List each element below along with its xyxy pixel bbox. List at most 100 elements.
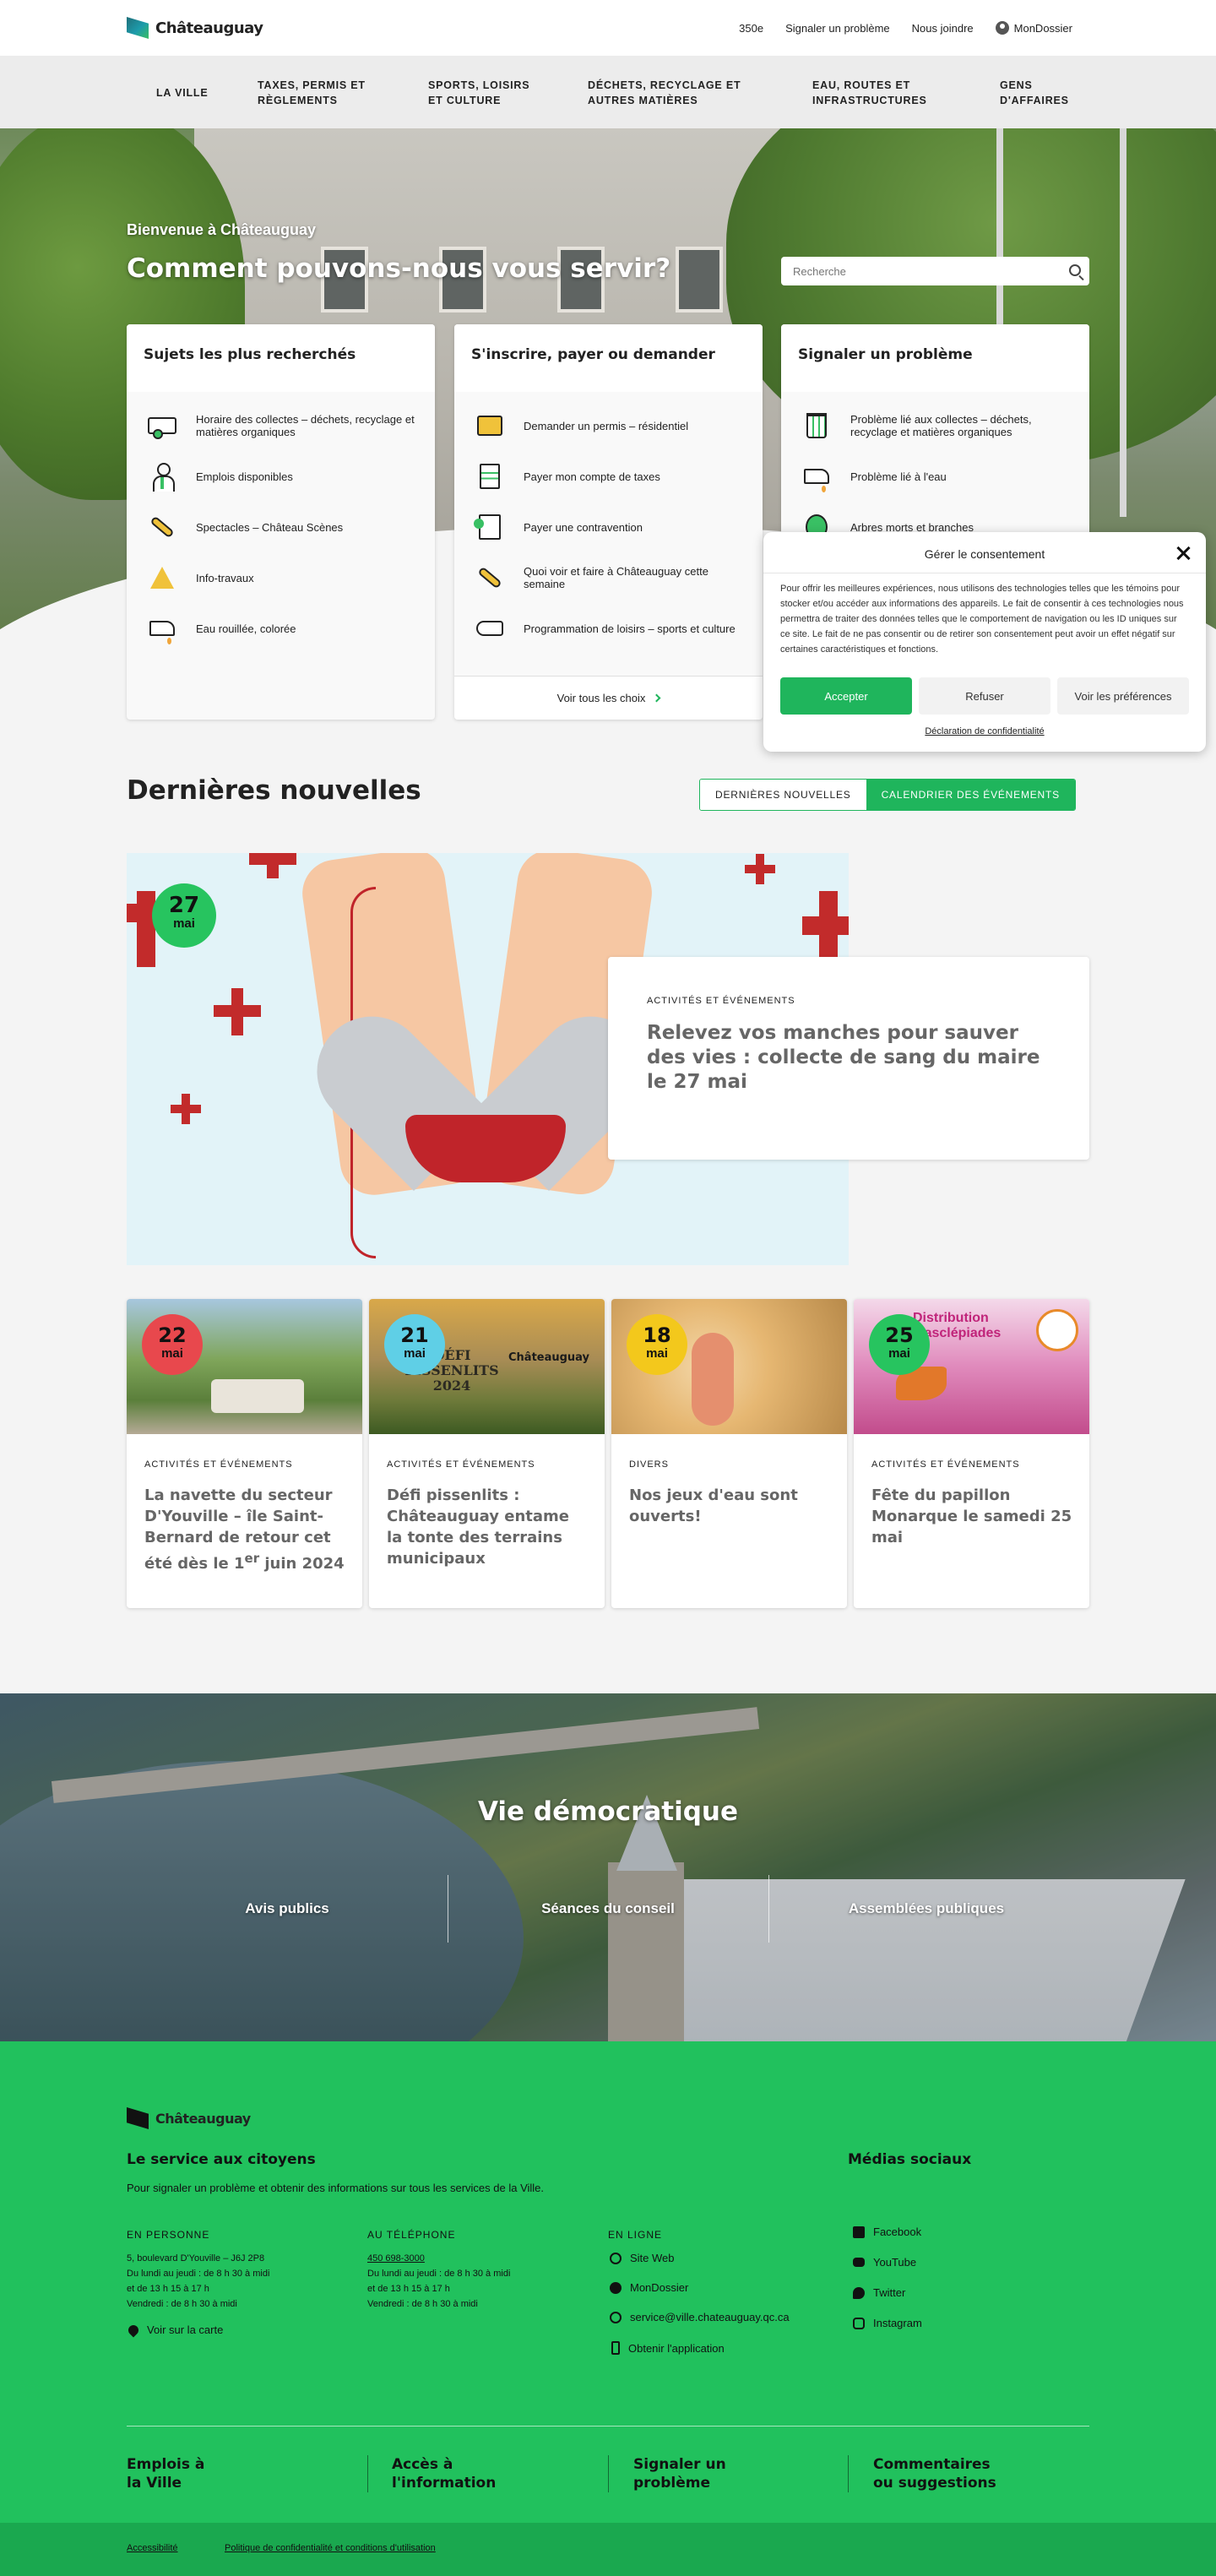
site-logo[interactable]: Châteauguay [127,17,263,39]
phone-number[interactable]: 450 698-3000 [367,2251,578,2266]
card-item[interactable]: Quoi voir et faire à Châteauguay cette s… [471,552,746,603]
footer-logo[interactable]: Châteauguay [127,2107,251,2129]
news-headline[interactable]: Nos jeux d'eau sont ouverts! [629,1485,832,1527]
news-card[interactable]: 22 mai ACTIVITÉS ET ÉVÉNEMENTS La navett… [127,1299,362,1608]
link-facebook[interactable]: Facebook [853,2225,921,2238]
link-accessibility[interactable]: Accessibilité [127,2543,178,2553]
tab-event-calendar[interactable]: CALENDRIER DES ÉVÉNEMENTS [866,780,1075,810]
window [676,247,723,312]
phone-label: AU TÉLÉPHONE [367,2229,456,2241]
refuse-button[interactable]: Refuser [919,677,1050,715]
link-mondossier-footer[interactable]: MonDossier [610,2281,688,2294]
link-twitter[interactable]: Twitter [853,2286,905,2299]
news-headline[interactable]: Défi pissenlits : Châteauguay entame la … [387,1485,589,1569]
link-privacy-policy[interactable]: Politique de confidentialité et conditio… [225,2543,436,2553]
nav-affaires[interactable]: GENS D'AFFAIRES [1000,78,1076,108]
faucet-icon [798,458,835,495]
date-day: 18 [643,1323,671,1347]
card-item-label: Info-travaux [196,571,254,584]
link-label: Obtenir l'application [628,2341,725,2355]
link-access-info[interactable]: Accès à l'information [392,2455,502,2492]
footer: Châteauguay Le service aux citoyens Pour… [0,2041,1216,2523]
news-category: ACTIVITÉS ET ÉVÉNEMENTS [144,1459,293,1470]
divider [367,2455,368,2492]
link-email[interactable]: service@ville.chateauguay.qc.ca [610,2311,790,2323]
link-app[interactable]: Obtenir l'application [611,2341,725,2355]
card-item[interactable]: Payer une contravention [471,502,746,552]
featured-news-card[interactable]: ACTIVITÉS ET ÉVÉNEMENTS Relevez vos manc… [608,957,1089,1160]
card-item[interactable]: Payer mon compte de taxes [471,451,746,502]
date-day: 21 [400,1323,429,1347]
nav-la-ville[interactable]: LA VILLE [156,85,209,101]
news-headline[interactable]: La navette du secteur D'Youville – île S… [144,1485,347,1574]
logo-text: Châteauguay [155,2110,251,2127]
map-link[interactable]: Voir sur la carte [126,2323,223,2337]
news-headline[interactable]: Relevez vos manches pour sauver des vies… [647,1021,1052,1095]
link-label: Site Web [630,2252,675,2264]
link-youtube[interactable]: YouTube [853,2256,916,2269]
chevron-right-icon [652,693,661,703]
card-item[interactable]: Problème lié à l'eau [798,451,1072,502]
link-mondossier[interactable]: MonDossier [995,21,1072,35]
close-icon[interactable] [1175,546,1191,561]
news-card[interactable]: DÉFI PISSENLITS 2024 Châteauguay 21 mai … [369,1299,605,1608]
link-feedback[interactable]: Commentaires ou suggestions [873,2455,1000,2492]
news-toggle: DERNIÈRES NOUVELLES CALENDRIER DES ÉVÉNE… [699,779,1076,811]
cross-shape [819,891,838,959]
permit-card-icon [471,407,508,444]
democratic-title: Vie démocratique [477,1796,739,1827]
card-item-label: Problème lié à l'eau [850,470,947,483]
card-item-label: Payer mon compte de taxes [524,470,660,483]
news-category: ACTIVITÉS ET ÉVÉNEMENTS [647,996,795,1006]
card-item[interactable]: Demander un permis – résidentiel [471,400,746,451]
card-item[interactable]: Info-travaux [144,552,418,603]
link-jobs[interactable]: Emplois à la Ville [127,2455,220,2492]
news-card[interactable]: Distribution d'asclépiades 25 mai ACTIVI… [854,1299,1089,1608]
top-bar: Châteauguay 350e Signaler un problème No… [0,0,1216,56]
search-icon[interactable] [1069,264,1081,276]
link-350e[interactable]: 350e [739,21,763,35]
date-month: mai [173,916,195,931]
link-report[interactable]: Signaler un problème [633,2455,735,2492]
link-public-notices[interactable]: Avis publics [165,1900,410,1917]
card-item[interactable]: Emplois disponibles [144,451,418,502]
bus-shape [211,1379,304,1413]
privacy-statement-link[interactable]: Déclaration de confidentialité [763,726,1206,736]
mondossier-label: MonDossier [1013,21,1072,35]
seal-icon [1036,1309,1078,1351]
date-badge: 25 mai [869,1314,930,1375]
card-item[interactable]: Eau rouillée, colorée [144,603,418,654]
card-item[interactable]: Programmation de loisirs – sports et cul… [471,603,746,654]
link-report-problem[interactable]: Signaler un problème [785,21,890,35]
card-item-label: Emplois disponibles [196,470,293,483]
nav-dechets[interactable]: DÉCHETS, RECYCLAGE ET AUTRES MATIÈRES [588,78,757,108]
link-contact[interactable]: Nous joindre [912,21,974,35]
nav-sports[interactable]: SPORTS, LOISIRS ET CULTURE [428,78,546,108]
nav-eau[interactable]: EAU, ROUTES ET INFRASTRUCTURES [812,78,956,108]
overlay [0,1693,1216,2041]
search-input[interactable] [781,257,1051,285]
card-item[interactable]: Spectacles – Château Scènes [144,502,418,552]
accept-button[interactable]: Accepter [780,677,912,715]
link-public-assemblies[interactable]: Assemblées publiques [804,1900,1049,1917]
hours-line: et de 13 h 15 à 17 h [127,2284,209,2294]
news-card[interactable]: 18 mai DIVERS Nos jeux d'eau sont ouvert… [611,1299,847,1608]
link-council-meetings[interactable]: Séances du conseil [486,1900,730,1917]
preferences-button[interactable]: Voir les préférences [1057,677,1189,715]
hours-line: Du lundi au jeudi : de 8 h 30 à midi [367,2269,511,2279]
news-headline[interactable]: Fête du papillon Monarque le samedi 25 m… [871,1485,1074,1548]
link-website[interactable]: Site Web [610,2252,675,2264]
hours-line: Du lundi au jeudi : de 8 h 30 à midi [127,2269,270,2279]
divider [608,2455,609,2492]
card-item[interactable]: Horaire des collectes – déchets, recycla… [144,400,418,451]
microphone-icon [144,508,181,546]
card-item[interactable]: Problème lié aux collectes – déchets, re… [798,400,1072,451]
news-title: Dernières nouvelles [127,775,421,806]
link-instagram[interactable]: Instagram [853,2317,922,2329]
in-person-hours: 5, boulevard D'Youville – J6J 2P8 Du lun… [127,2251,338,2312]
nav-taxes[interactable]: TAXES, PERMIS ET RÈGLEMENTS [258,78,384,108]
ticket-icon [471,508,508,546]
see-all-choices-link[interactable]: Voir tous les choix [454,676,763,720]
flag-pole [1120,128,1126,517]
tab-latest-news[interactable]: DERNIÈRES NOUVELLES [700,780,866,810]
